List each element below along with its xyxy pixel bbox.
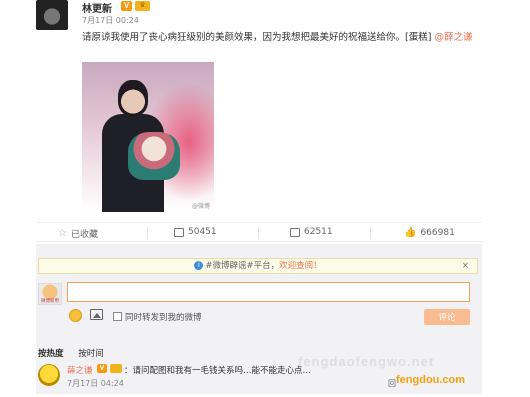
star-icon: ☆: [58, 228, 67, 239]
repost-icon: [174, 227, 184, 237]
notice-text: #微博辟谣#平台，: [205, 261, 280, 271]
favorite-button[interactable]: ☆ 已收藏: [58, 227, 98, 240]
comment-text: ：请问配图和我有一毛钱关系吗…能不能走心点…: [124, 366, 312, 376]
repost-count: 50451: [188, 227, 217, 237]
comment-count: 62511: [304, 227, 333, 237]
photo-person-head: [118, 80, 148, 116]
action-bar: ☆ 已收藏 50451 62511 👍 666981: [36, 222, 482, 242]
site-watermark-brand: fengdou.com: [396, 374, 466, 386]
verified-badge-icon: V: [121, 1, 132, 11]
photo-watermark: @微博: [191, 203, 210, 210]
divider: [258, 227, 259, 239]
favorite-label: 已收藏: [70, 230, 98, 240]
rumor-notice-bar: i #微博辟谣#平台，欢迎查阅！ ×: [38, 258, 478, 274]
like-button[interactable]: 👍 666981: [404, 227, 455, 238]
divider: [147, 227, 148, 239]
comment-input[interactable]: [67, 282, 470, 302]
divider: [370, 227, 371, 239]
post-text: 请原谅我使用了丧心病狂级别的美颜效果，因为我想把最美好的祝福送给你。[蛋糕] @…: [82, 30, 474, 45]
repost-button[interactable]: 50451: [174, 227, 217, 237]
close-icon[interactable]: ×: [462, 259, 469, 274]
verified-badge-icon: V: [97, 364, 107, 373]
repost-checkbox-label[interactable]: 同时转发到我的微博: [125, 311, 202, 323]
comment-panel: i #微博辟谣#平台，欢迎查阅！ × 微博新用 同时转发到我的微博 评论 按热度 …: [36, 244, 482, 394]
notice-link[interactable]: 欢迎查阅！: [279, 261, 322, 271]
post-body-text: 请原谅我使用了丧心病狂级别的美颜效果，因为我想把最美好的祝福送给你。[蛋糕]: [82, 32, 435, 43]
like-count: 666981: [420, 227, 455, 238]
info-icon: i: [194, 261, 204, 270]
vip-crown-icon: [110, 364, 122, 373]
mention-link[interactable]: @薛之谦: [434, 32, 472, 43]
repost-checkbox[interactable]: [113, 312, 122, 321]
comment-button[interactable]: 62511: [290, 227, 333, 237]
comment-timestamp: 7月17日 04:24: [67, 379, 124, 388]
author-avatar[interactable]: [36, 0, 68, 30]
post-timestamp[interactable]: 7月17日 00:24: [82, 15, 139, 26]
avatar-tag: 微博新用: [41, 299, 59, 304]
comment-sort-tabs: 按热度 按时间: [38, 347, 116, 359]
reply-link[interactable]: 回: [388, 378, 396, 389]
emoji-icon[interactable]: [69, 309, 82, 322]
commenter-avatar[interactable]: [38, 364, 60, 386]
author-name[interactable]: 林更新: [82, 0, 112, 15]
vip-crown-icon: ♛: [135, 1, 150, 11]
post-photo[interactable]: @微博: [82, 62, 214, 212]
sort-by-hot-tab[interactable]: 按热度: [38, 349, 64, 359]
current-user-avatar[interactable]: 微博新用: [38, 283, 62, 305]
photo-bouquet: [128, 132, 180, 180]
commenter-name[interactable]: 薛之谦: [67, 364, 93, 376]
submit-comment-button[interactable]: 评论: [424, 309, 470, 325]
image-icon[interactable]: [90, 309, 103, 320]
sort-by-time-tab[interactable]: 按时间: [78, 349, 104, 359]
comment-icon: [290, 227, 300, 237]
thumbs-up-icon: 👍: [404, 227, 417, 238]
site-watermark-faint: fengdaofengwo.net: [298, 354, 435, 369]
